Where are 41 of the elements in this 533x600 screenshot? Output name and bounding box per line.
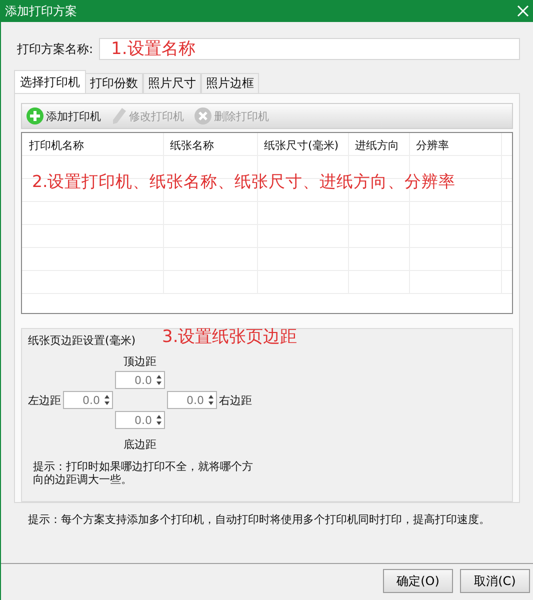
spin-value: 0.0 bbox=[134, 374, 152, 386]
column-header: 纸张尺寸(毫米) bbox=[263, 138, 340, 154]
column-header: 分辨率 bbox=[415, 138, 450, 154]
spin-field[interactable]: 0.0 bbox=[167, 391, 217, 409]
toolbar-button[interactable]: 添加打印机 bbox=[24, 107, 103, 125]
tab[interactable]: 照片尺寸 bbox=[143, 73, 201, 93]
plus-circle-icon bbox=[26, 107, 44, 125]
dialog-button[interactable]: 取消(C) bbox=[460, 569, 530, 593]
spin-field[interactable]: 0.0 bbox=[115, 411, 165, 429]
spin-value: 0.0 bbox=[186, 394, 204, 406]
spin-value: 0.0 bbox=[134, 414, 152, 426]
spin-arrows-icon[interactable] bbox=[208, 394, 214, 406]
pencil-icon bbox=[111, 107, 127, 125]
tab[interactable]: 选择打印机 bbox=[14, 70, 86, 93]
spin-field[interactable]: 0.0 bbox=[115, 371, 165, 389]
top-margin-label: 顶边距 bbox=[122, 354, 158, 369]
bottom-margin-label: 底边距 bbox=[122, 437, 158, 452]
tab[interactable]: 打印份数 bbox=[85, 73, 143, 93]
dialog-button[interactable]: 确定(O) bbox=[383, 569, 453, 593]
annotation-text: 1.设置名称 bbox=[111, 38, 196, 60]
right-margin-label: 右边距 bbox=[219, 392, 252, 408]
left-margin-label: 左边距 bbox=[28, 392, 61, 408]
x-circle-icon bbox=[194, 107, 212, 125]
annotation-text: 2.设置打印机、纸张名称、纸张尺寸、进纸方向、分辨率 bbox=[32, 171, 456, 193]
tip-text: 提示：每个方案支持添加多个打印机，自动打印时将使用多个打印机同时打印，提高打印速度。 bbox=[28, 512, 491, 527]
spin-value: 0.0 bbox=[82, 394, 100, 406]
window-title: 添加打印方案 bbox=[5, 2, 77, 20]
hint-text: 提示：打印时如果哪边打印不全，就将哪个方向的边距调大一些。 bbox=[33, 460, 254, 486]
spin-arrows-icon[interactable] bbox=[104, 394, 110, 406]
tab[interactable]: 照片边框 bbox=[201, 73, 259, 93]
name-field[interactable]: 1.设置名称 bbox=[99, 38, 520, 60]
group-title: 纸张页边距设置(毫米) bbox=[28, 334, 136, 347]
name-label: 打印方案名称: bbox=[17, 40, 94, 58]
annotation-text: 3.设置纸张页边距 bbox=[162, 326, 298, 348]
column-header: 打印机名称 bbox=[28, 138, 85, 154]
column-header: 纸张名称 bbox=[169, 138, 215, 154]
spin-arrows-icon[interactable] bbox=[156, 414, 162, 426]
close-icon[interactable] bbox=[517, 5, 529, 17]
spin-arrows-icon[interactable] bbox=[156, 374, 162, 386]
spin-field[interactable]: 0.0 bbox=[63, 391, 113, 409]
column-header: 进纸方向 bbox=[354, 138, 400, 154]
